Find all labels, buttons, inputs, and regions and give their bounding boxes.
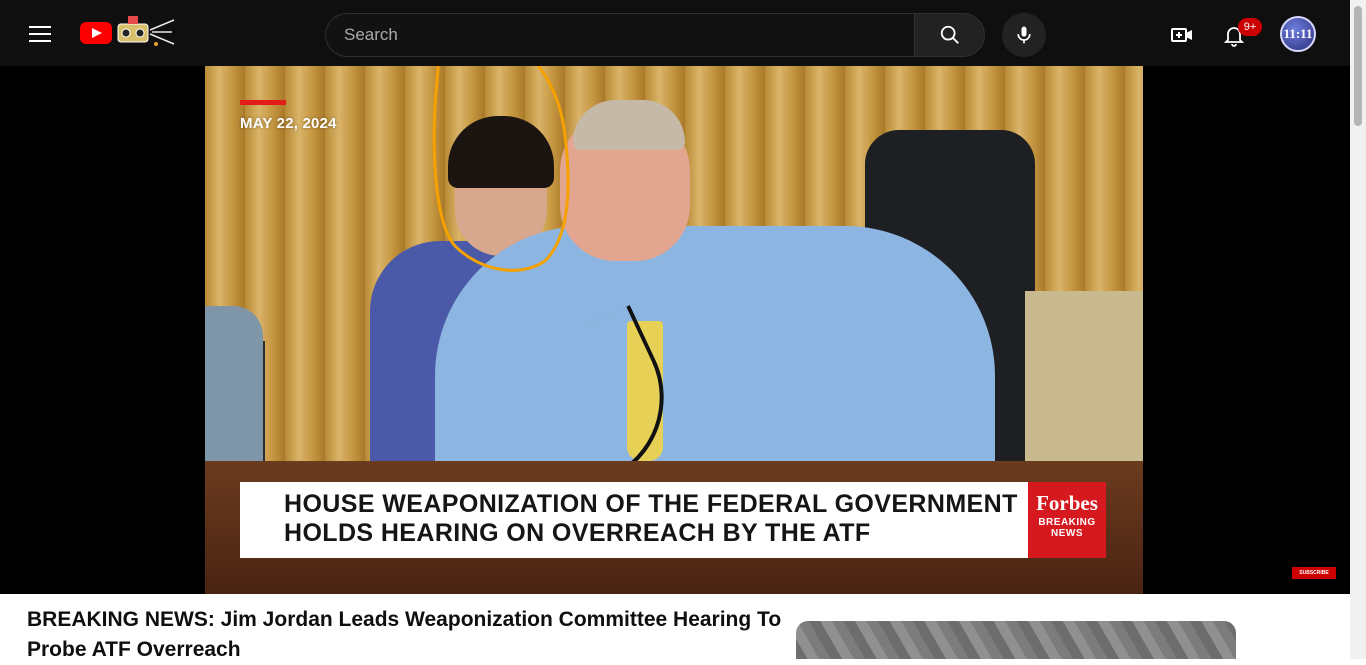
create-button[interactable]	[1162, 15, 1202, 55]
doodle-logo-icon[interactable]	[116, 14, 176, 50]
top-bar: 9+ 11:11	[0, 0, 1350, 66]
notification-badge: 9+	[1238, 18, 1262, 36]
scrollbar-thumb[interactable]	[1354, 6, 1362, 126]
youtube-logo-icon[interactable]	[80, 22, 112, 44]
create-video-icon	[1171, 28, 1192, 42]
scrollbar[interactable]	[1350, 0, 1366, 659]
subscribe-watermark-button[interactable]: SUBSCRIBE	[1292, 567, 1336, 579]
search-icon	[940, 25, 959, 44]
menu-icon[interactable]	[20, 16, 60, 52]
avatar[interactable]: 11:11	[1280, 16, 1316, 52]
video-frame[interactable]: MAY 22, 2024 HOUSE WEAPONIZATION OF THE …	[205, 66, 1143, 594]
sidebar-ad-banner[interactable]	[796, 621, 1236, 659]
search-box	[325, 13, 915, 57]
video-title: BREAKING NEWS: Jim Jordan Leads Weaponiz…	[27, 608, 782, 661]
voice-search-button[interactable]	[1002, 13, 1046, 57]
microphone-icon	[1017, 26, 1031, 44]
annotation-scribble-icon	[432, 66, 570, 272]
search-input[interactable]	[326, 14, 915, 56]
search-button[interactable]	[914, 13, 985, 57]
